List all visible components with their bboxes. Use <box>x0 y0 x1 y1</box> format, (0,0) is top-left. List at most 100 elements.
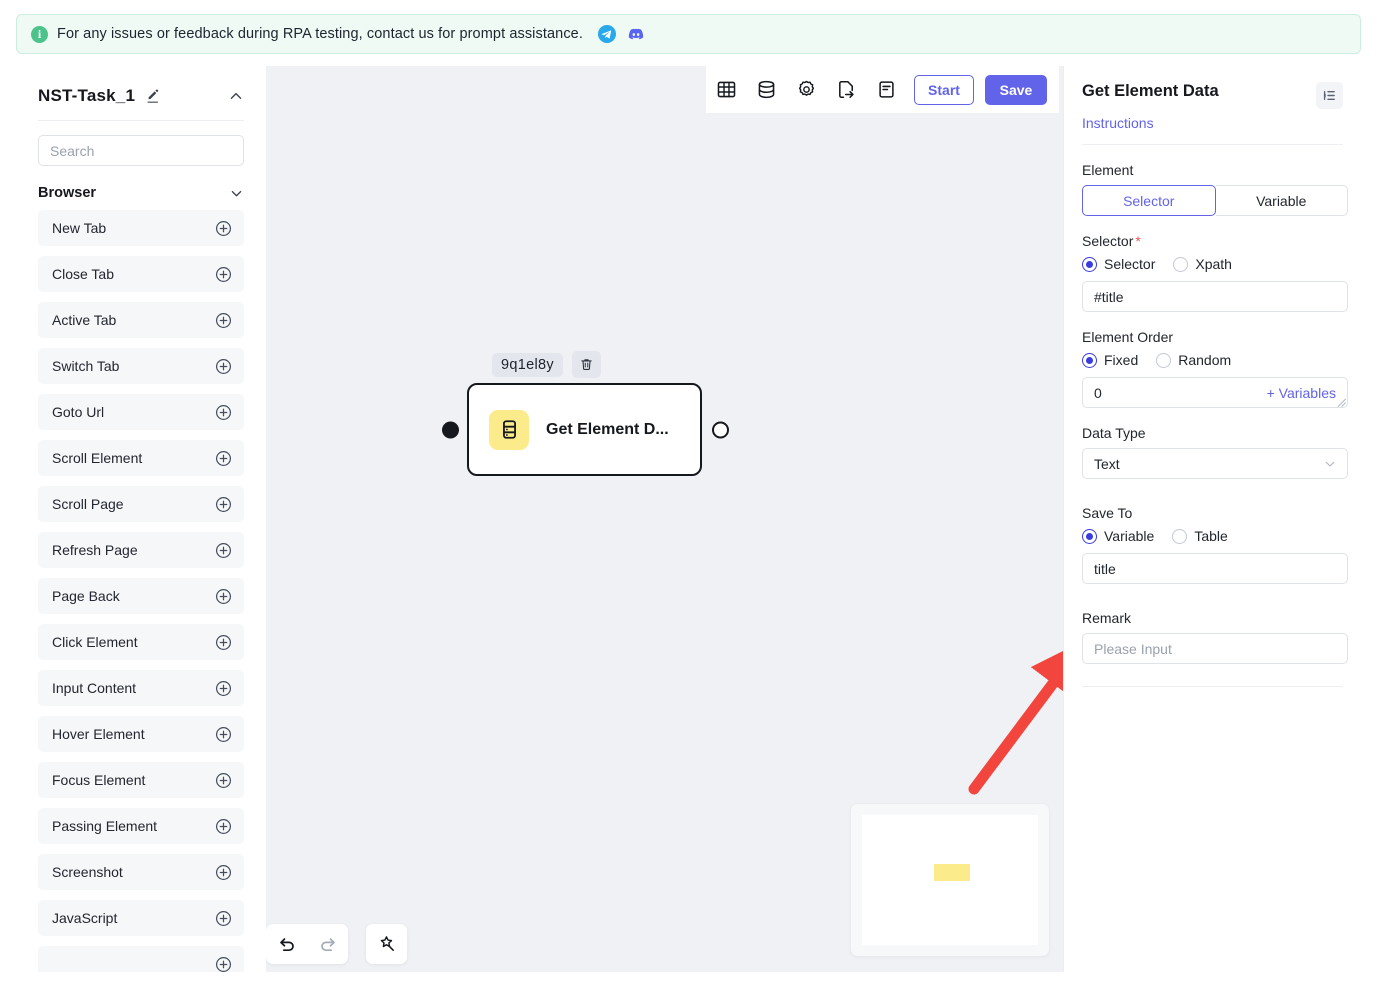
remark-input[interactable] <box>1082 633 1348 664</box>
sidebar-item[interactable]: Switch Tab <box>38 348 244 384</box>
canvas-controls <box>266 924 407 964</box>
minimap-node-marker <box>934 864 971 882</box>
sidebar-item[interactable]: Click Element <box>38 624 244 660</box>
radio-variable[interactable]: Variable <box>1082 528 1154 544</box>
data-type-select[interactable]: Text <box>1082 448 1348 479</box>
sidebar-item-label: Page Back <box>52 588 120 604</box>
plus-circle-icon[interactable] <box>215 956 232 973</box>
radio-table-dot <box>1172 528 1188 544</box>
add-variables-link[interactable]: + Variables <box>1267 385 1336 401</box>
start-button[interactable]: Start <box>914 74 974 105</box>
properties-panel: Get Element Data Instructions Element Se… <box>1063 66 1361 972</box>
sidebar-group-browser[interactable]: Browser <box>38 185 244 201</box>
plus-circle-icon[interactable] <box>215 312 232 329</box>
resize-handle-icon[interactable] <box>1337 398 1346 407</box>
panel-collapse-icon[interactable] <box>1316 82 1343 109</box>
radio-selector[interactable]: Selector <box>1082 256 1155 272</box>
selector-label: Selector * <box>1082 233 1343 249</box>
sidebar-item-label: Focus Element <box>52 772 146 788</box>
sidebar-item[interactable]: New Tab <box>38 210 244 246</box>
minimap[interactable] <box>851 804 1049 956</box>
export-file-icon[interactable] <box>826 66 866 113</box>
task-title: NST-Task_1 <box>38 86 136 105</box>
radio-fixed[interactable]: Fixed <box>1082 352 1138 368</box>
panel-body: Element Selector Variable Selector * Sele… <box>1064 162 1361 664</box>
radio-random[interactable]: Random <box>1156 352 1231 368</box>
save-button[interactable]: Save <box>985 74 1047 105</box>
sidebar-collapse-icon[interactable] <box>228 88 244 104</box>
data-type-value: Text <box>1094 455 1120 472</box>
selector-input[interactable] <box>1082 281 1348 312</box>
sidebar-item-label: Refresh Page <box>52 542 138 558</box>
radio-fixed-label: Fixed <box>1104 352 1139 368</box>
plus-circle-icon[interactable] <box>215 496 232 513</box>
gear-icon[interactable] <box>786 66 826 113</box>
sidebar-item-label: Scroll Element <box>52 450 143 466</box>
output-port[interactable] <box>712 421 729 438</box>
element-label: Element <box>1082 162 1134 178</box>
plus-circle-icon[interactable] <box>215 542 232 559</box>
sidebar-item[interactable] <box>38 946 244 972</box>
telegram-icon[interactable] <box>597 25 616 43</box>
left-sidebar: NST-Task_1 Browser New Tab Close Tab Activ… <box>16 66 266 972</box>
element-order-textarea[interactable]: 0 + Variables <box>1082 377 1348 408</box>
sidebar-item[interactable]: Focus Element <box>38 762 244 798</box>
sidebar-action-list: New Tab Close Tab Active Tab Switch Tab Goto… <box>16 210 266 972</box>
element-variable-tab[interactable]: Variable <box>1215 185 1348 216</box>
sidebar-item[interactable]: Refresh Page <box>38 532 244 568</box>
panel-bottom-divider <box>1082 686 1343 687</box>
sidebar-item[interactable]: Close Tab <box>38 256 244 292</box>
log-icon[interactable] <box>866 66 906 113</box>
radio-table[interactable]: Table <box>1172 528 1228 544</box>
auto-layout-icon[interactable] <box>366 924 407 964</box>
notice-text: For any issues or feedback during RPA te… <box>57 26 583 42</box>
sidebar-item[interactable]: Scroll Page <box>38 486 244 522</box>
sidebar-item[interactable]: Screenshot <box>38 854 244 890</box>
plus-circle-icon[interactable] <box>215 680 232 697</box>
plus-circle-icon[interactable] <box>215 358 232 375</box>
table-icon[interactable] <box>706 66 746 113</box>
save-to-input[interactable] <box>1082 553 1348 584</box>
sidebar-item[interactable]: Hover Element <box>38 716 244 752</box>
database-stack-icon <box>489 409 529 450</box>
sidebar-item[interactable]: Active Tab <box>38 302 244 338</box>
plus-circle-icon[interactable] <box>215 220 232 237</box>
sidebar-item-label: JavaScript <box>52 910 118 926</box>
plus-circle-icon[interactable] <box>215 726 232 743</box>
sidebar-item[interactable]: Passing Element <box>38 808 244 844</box>
sidebar-item-label: Screenshot <box>52 864 123 880</box>
plus-circle-icon[interactable] <box>215 588 232 605</box>
pencil-icon[interactable] <box>145 88 161 104</box>
plus-circle-icon[interactable] <box>215 910 232 927</box>
instructions-link[interactable]: Instructions <box>1064 109 1361 131</box>
discord-icon[interactable] <box>627 25 645 43</box>
sidebar-item[interactable]: JavaScript <box>38 900 244 936</box>
plus-circle-icon[interactable] <box>215 404 232 421</box>
radio-xpath[interactable]: Xpath <box>1173 256 1232 272</box>
plus-circle-icon[interactable] <box>215 634 232 651</box>
element-order-radios: Fixed Random <box>1082 352 1343 368</box>
plus-circle-icon[interactable] <box>215 450 232 467</box>
plus-circle-icon[interactable] <box>215 818 232 835</box>
database-icon[interactable] <box>746 66 786 113</box>
workflow-canvas[interactable]: Start Save 9q1el8y Get Element D... <box>266 66 1063 972</box>
plus-circle-icon[interactable] <box>215 772 232 789</box>
element-source-toggle: Selector Variable <box>1082 185 1348 216</box>
input-port[interactable] <box>442 421 459 438</box>
workflow-node[interactable]: Get Element D... <box>442 383 729 476</box>
search-input[interactable] <box>38 135 244 166</box>
sidebar-item[interactable]: Page Back <box>38 578 244 614</box>
sidebar-item[interactable]: Input Content <box>38 670 244 706</box>
redo-icon[interactable] <box>307 924 348 964</box>
undo-icon[interactable] <box>266 924 307 964</box>
trash-icon[interactable] <box>571 351 601 378</box>
radio-xpath-dot <box>1173 256 1189 272</box>
sidebar-item[interactable]: Scroll Element <box>38 440 244 476</box>
sidebar-item[interactable]: Goto Url <box>38 394 244 430</box>
radio-variable-dot <box>1082 528 1097 544</box>
save-to-radios: Variable Table <box>1082 528 1343 544</box>
plus-circle-icon[interactable] <box>215 266 232 283</box>
plus-circle-icon[interactable] <box>215 864 232 881</box>
required-asterisk: * <box>1135 233 1141 249</box>
element-selector-tab[interactable]: Selector <box>1082 185 1216 216</box>
